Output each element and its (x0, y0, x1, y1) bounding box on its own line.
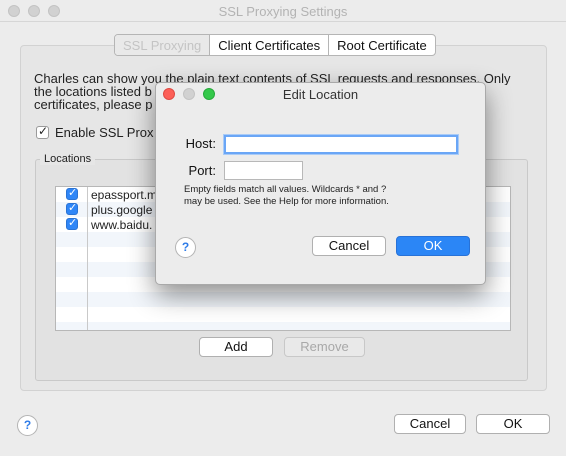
ok-button[interactable]: OK (476, 414, 550, 434)
location-text: www.baidu. (91, 218, 153, 232)
dialog-ok-button[interactable]: OK (396, 236, 470, 256)
location-text: epassport.m (91, 188, 158, 202)
dialog-hint-text: Empty fields match all values. Wildcards… (184, 184, 389, 207)
dialog-help-button[interactable]: ? (175, 237, 196, 258)
locations-legend: Locations (40, 153, 96, 165)
port-input[interactable] (224, 161, 303, 180)
location-enabled-checkbox[interactable] (66, 216, 78, 230)
port-label: Port: (188, 163, 216, 178)
enable-ssl-proxying-label: Enable SSL Prox (55, 125, 154, 140)
tab-bar: SSL Proxying Client Certificates Root Ce… (114, 34, 436, 56)
remove-location-button[interactable]: Remove (284, 337, 365, 357)
window-titlebar: SSL Proxying Settings (0, 0, 566, 22)
table-row-empty[interactable] (56, 292, 510, 307)
location-enabled-checkbox[interactable] (66, 201, 78, 215)
help-button[interactable]: ? (17, 415, 38, 436)
table-row-empty[interactable] (56, 322, 510, 330)
host-label: Host: (185, 136, 216, 151)
tab-ssl-proxying[interactable]: SSL Proxying (115, 35, 210, 55)
edit-location-dialog: Edit Location Host: Port: Empty fields m… (155, 82, 486, 285)
window-title: SSL Proxying Settings (218, 4, 348, 19)
table-row-empty[interactable] (56, 307, 510, 322)
dialog-cancel-button[interactable]: Cancel (312, 236, 386, 256)
tab-root-certificate[interactable]: Root Certificate (328, 35, 435, 55)
location-enabled-checkbox[interactable] (66, 187, 78, 200)
add-location-button[interactable]: Add (199, 337, 273, 357)
cancel-button[interactable]: Cancel (394, 414, 466, 434)
column-divider (87, 187, 88, 330)
dialog-title: Edit Location (282, 87, 359, 102)
location-text: plus.google (91, 203, 153, 217)
host-input[interactable] (224, 135, 458, 154)
enable-ssl-proxying-checkbox[interactable] (36, 124, 49, 139)
tab-client-certificates[interactable]: Client Certificates (209, 35, 328, 55)
